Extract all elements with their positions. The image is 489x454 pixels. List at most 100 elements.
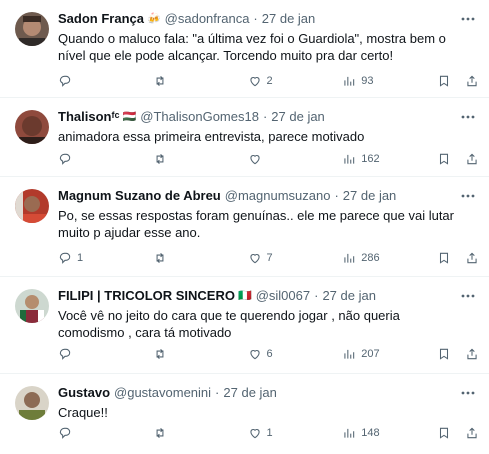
like-button[interactable]: 6 [248, 347, 288, 361]
retweet-icon [156, 75, 164, 87]
views-button[interactable]: 148 [342, 426, 382, 440]
heart-icon [249, 350, 260, 360]
more-horizontal-icon [461, 391, 475, 395]
reply-button[interactable] [58, 152, 98, 166]
reply-button[interactable] [58, 426, 98, 440]
retweet-button[interactable] [153, 426, 193, 440]
heart-icon [249, 77, 260, 87]
tweet-extra-actions [437, 347, 479, 361]
separator-dot: · [314, 288, 319, 303]
name-emoji: 🍻 [146, 13, 161, 25]
like-button[interactable]: 7 [248, 251, 288, 265]
heart-icon [249, 429, 260, 439]
retweet-button[interactable] [153, 152, 193, 166]
views-button[interactable]: 286 [342, 251, 382, 265]
tweet-actions: 1 148 [58, 424, 479, 442]
author-handle[interactable]: @ThalisonGomes18 [140, 108, 259, 126]
tweet-actions: 162 [58, 150, 479, 168]
tweet-item[interactable]: Gustavo @gustavomenini · 27 de jan Craqu… [0, 374, 489, 454]
reply-icon [59, 75, 71, 87]
tweet-header: Gustavo @gustavomenini · 27 de jan [58, 384, 479, 402]
bookmark-icon[interactable] [437, 251, 451, 265]
retweet-button[interactable] [153, 251, 193, 265]
tweet-item[interactable]: Thalisonᶠᶜ 🇭🇺 @ThalisonGomes18 · 27 de j… [0, 98, 489, 177]
author-handle[interactable]: @gustavomenini [114, 384, 211, 402]
author-handle[interactable]: @sil0067 [256, 287, 310, 305]
like-button[interactable] [248, 152, 288, 166]
avatar[interactable] [15, 289, 49, 323]
reply-button[interactable]: 1 [58, 251, 98, 265]
views-button[interactable]: 162 [342, 152, 382, 166]
author-name[interactable]: Magnum Suzano de Abreu [58, 187, 221, 205]
share-icon[interactable] [465, 152, 479, 166]
views-chart-icon [344, 154, 355, 164]
tweet-extra-actions [437, 251, 479, 265]
bookmark-icon[interactable] [437, 74, 451, 88]
tweet-item[interactable]: Sadon França 🍻 @sadonfranca · 27 de jan … [0, 0, 489, 98]
avatar[interactable] [15, 12, 49, 46]
views-button[interactable]: 93 [342, 74, 382, 88]
tweet-header: FILIPI | TRICOLOR SINCERO 🇮🇹 @sil0067 · … [58, 287, 479, 305]
like-button[interactable]: 2 [248, 74, 288, 88]
avatar[interactable] [15, 386, 49, 420]
views-count: 286 [361, 252, 380, 264]
separator-dot: · [334, 188, 339, 203]
avatar[interactable] [15, 110, 49, 144]
more-horizontal-icon [461, 17, 475, 21]
views-chart-icon [344, 349, 355, 359]
reply-icon [59, 252, 71, 264]
author-handle[interactable]: @magnumsuzano [225, 187, 331, 205]
reply-button[interactable] [58, 347, 98, 361]
retweet-icon [156, 427, 164, 439]
views-count: 207 [361, 348, 380, 360]
timestamp[interactable]: 27 de jan [322, 287, 376, 305]
tweet-extra-actions [437, 74, 479, 88]
tweet-item[interactable]: FILIPI | TRICOLOR SINCERO 🇮🇹 @sil0067 · … [0, 277, 489, 374]
author-name[interactable]: Thalisonᶠᶜ [58, 108, 120, 126]
bookmark-icon[interactable] [437, 347, 451, 361]
avatar[interactable] [15, 189, 49, 223]
views-count: 148 [361, 427, 380, 439]
timestamp[interactable]: 27 de jan [343, 187, 397, 205]
more-options-button[interactable] [459, 187, 477, 205]
share-icon[interactable] [465, 74, 479, 88]
name-emoji: 🇭🇺 [122, 111, 137, 123]
retweet-button[interactable] [153, 347, 193, 361]
separator-dot: · [253, 11, 258, 26]
more-options-button[interactable] [459, 108, 477, 126]
tweet-header: Magnum Suzano de Abreu @magnumsuzano · 2… [58, 187, 479, 205]
author-name[interactable]: Gustavo [58, 384, 110, 402]
like-button[interactable]: 1 [248, 426, 288, 440]
tweet-text: Po, se essas respostas foram genuínas.. … [58, 208, 454, 240]
more-horizontal-icon [461, 194, 475, 198]
more-options-button[interactable] [459, 384, 477, 402]
share-icon[interactable] [465, 251, 479, 265]
author-name[interactable]: Sadon França [58, 10, 144, 28]
reply-feed: Sadon França 🍻 @sadonfranca · 27 de jan … [0, 0, 489, 454]
like-count: 1 [266, 427, 273, 439]
share-icon[interactable] [465, 426, 479, 440]
tweet-item[interactable]: Magnum Suzano de Abreu @magnumsuzano · 2… [0, 177, 489, 277]
more-options-button[interactable] [459, 10, 477, 28]
views-count: 93 [361, 75, 374, 87]
separator-dot: · [215, 385, 220, 400]
author-name[interactable]: FILIPI | TRICOLOR SINCERO [58, 287, 235, 305]
bookmark-icon[interactable] [437, 152, 451, 166]
views-button[interactable]: 207 [342, 347, 382, 361]
reply-button[interactable] [58, 74, 98, 88]
bookmark-icon[interactable] [437, 426, 451, 440]
reply-icon [59, 348, 71, 360]
tweet-text: animadora essa primeira entrevista, pare… [58, 129, 365, 144]
tweet-header: Thalisonᶠᶜ 🇭🇺 @ThalisonGomes18 · 27 de j… [58, 108, 479, 126]
more-options-button[interactable] [459, 287, 477, 305]
retweet-icon [156, 252, 164, 264]
retweet-icon [156, 153, 164, 165]
share-icon[interactable] [465, 347, 479, 361]
retweet-button[interactable] [153, 74, 193, 88]
tweet-extra-actions [437, 426, 479, 440]
timestamp[interactable]: 27 de jan [262, 10, 316, 28]
author-handle[interactable]: @sadonfranca [165, 10, 250, 28]
timestamp[interactable]: 27 de jan [271, 108, 325, 126]
timestamp[interactable]: 27 de jan [223, 384, 277, 402]
heart-icon [249, 155, 260, 165]
